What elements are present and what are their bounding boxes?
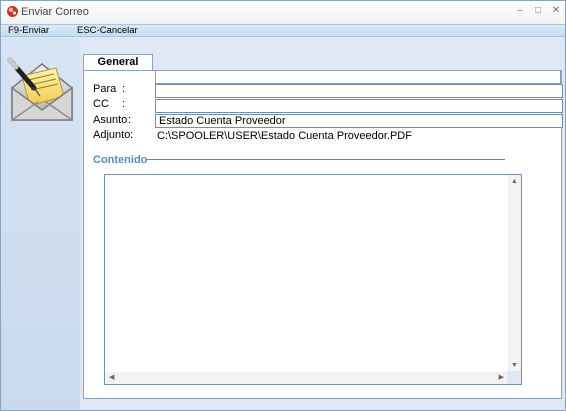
para-colon: : xyxy=(122,83,126,95)
asunto-input[interactable] xyxy=(155,114,563,128)
scroll-corner xyxy=(507,371,521,384)
adjunto-label: Adjunto xyxy=(93,129,131,141)
cc-colon: : xyxy=(122,98,126,110)
horizontal-scrollbar[interactable]: ◀ ▶ xyxy=(105,372,508,384)
asunto-colon: : xyxy=(128,114,132,126)
minimize-icon[interactable]: – xyxy=(513,4,527,18)
send-menu-item[interactable]: F9-Enviar xyxy=(8,25,49,37)
para-input[interactable] xyxy=(155,84,563,98)
cc-input[interactable] xyxy=(155,99,563,113)
contenido-textarea[interactable]: ▲ ▼ ◀ ▶ xyxy=(104,174,522,385)
adjunto-colon: : xyxy=(130,129,134,141)
title-bar: Enviar Correo – □ ✕ xyxy=(1,1,565,24)
scroll-down-icon[interactable]: ▼ xyxy=(511,362,518,370)
email-window: Enviar Correo – □ ✕ F9-Enviar ESC-Cancel… xyxy=(0,0,566,411)
menu-bar: F9-Enviar ESC-Cancelar xyxy=(1,24,565,37)
cc-label: CC xyxy=(93,98,109,110)
para-label: Para xyxy=(93,83,117,95)
asunto-label: Asunto xyxy=(93,114,128,126)
form-header-box xyxy=(155,70,561,84)
scroll-left-icon[interactable]: ◀ xyxy=(109,374,114,382)
vertical-scrollbar[interactable]: ▲ ▼ xyxy=(508,175,521,372)
window-title: Enviar Correo xyxy=(21,6,89,18)
tab-general[interactable]: General xyxy=(83,54,153,71)
mail-envelope-pen-icon xyxy=(7,57,73,121)
contenido-section-title: Contenido xyxy=(93,154,148,166)
maximize-icon[interactable]: □ xyxy=(531,4,545,18)
close-icon[interactable]: ✕ xyxy=(549,4,563,18)
section-divider xyxy=(147,159,505,160)
cancel-menu-item[interactable]: ESC-Cancelar xyxy=(77,25,138,37)
side-panel xyxy=(1,38,80,410)
scroll-up-icon[interactable]: ▲ xyxy=(511,178,518,186)
scroll-right-icon[interactable]: ▶ xyxy=(499,374,504,382)
app-icon xyxy=(7,6,18,17)
adjunto-path: C:\SPOOLER\USER\Estado Cuenta Proveedor.… xyxy=(157,130,412,142)
